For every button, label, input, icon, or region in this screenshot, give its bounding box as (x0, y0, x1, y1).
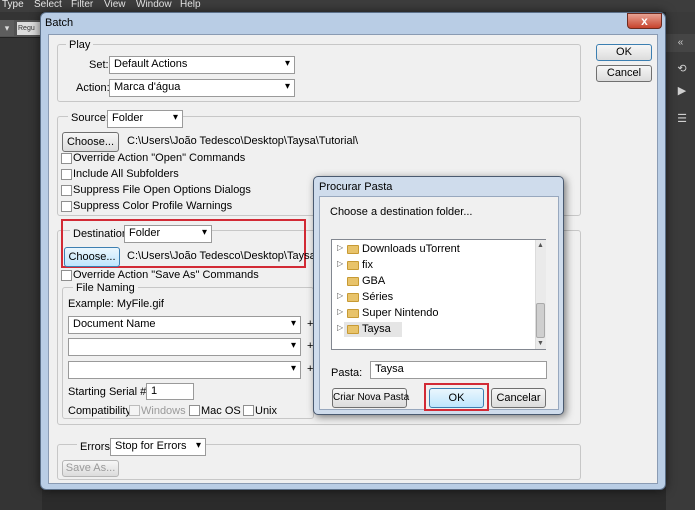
menu-select[interactable]: Select (34, 0, 62, 10)
window-title: Batch (45, 17, 74, 29)
set-label: Set: (89, 59, 109, 71)
source-select[interactable]: Folder (107, 110, 183, 128)
scroll-down-icon[interactable]: ▼ (537, 340, 544, 347)
folder-icon (347, 277, 359, 286)
tree-item-downloads[interactable]: ▷ Downloads uTorrent (332, 242, 532, 257)
tree-item-taysa-selected[interactable]: ▷ Taysa (337, 322, 402, 337)
unix-checkbox[interactable] (243, 405, 254, 416)
serial-label: Starting Serial #: (68, 386, 150, 398)
suppress-open-label: Suppress File Open Options Dialogs (73, 184, 251, 196)
expand-arrow-icon[interactable]: ▷ (337, 259, 343, 268)
tree-item-fix[interactable]: ▷ fix (332, 258, 532, 273)
tool-preset-icon[interactable]: ▾ (0, 20, 14, 36)
pasta-input[interactable]: Taysa (370, 361, 547, 379)
collapse-panels-icon[interactable]: « (666, 34, 695, 52)
macos-checkbox[interactable] (189, 405, 200, 416)
folder-icon (347, 261, 359, 270)
menu-view[interactable]: View (104, 0, 126, 10)
menu-filter[interactable]: Filter (71, 0, 93, 10)
layers-icon[interactable]: ☰ (674, 112, 690, 126)
scroll-up-icon[interactable]: ▲ (537, 242, 544, 249)
file-naming-legend: File Naming (73, 282, 138, 294)
tree-item-series[interactable]: ▷ Séries (332, 290, 532, 305)
expand-arrow-icon[interactable]: ▷ (337, 243, 343, 252)
expand-arrow-icon[interactable]: ▷ (337, 307, 343, 316)
close-button[interactable]: x (627, 13, 662, 29)
unix-label: Unix (255, 405, 278, 417)
suppress-color-checkbox[interactable] (61, 201, 72, 212)
history-icon[interactable]: ⟲ (674, 62, 690, 76)
destination-select[interactable]: Folder (124, 225, 212, 243)
app-menubar: Type Select Filter View Window Help (0, 0, 695, 12)
tree-item-gba[interactable]: GBA (332, 274, 532, 289)
scroll-thumb[interactable] (536, 303, 545, 338)
folder-tree[interactable]: ▷ Downloads uTorrent ▷ fix GBA ▷ Séries … (331, 239, 546, 350)
menu-help[interactable]: Help (180, 0, 201, 10)
naming-field-3[interactable] (68, 361, 301, 379)
set-select[interactable]: Default Actions (109, 56, 295, 74)
play-icon[interactable]: ▶ (674, 84, 690, 98)
ok-button[interactable]: OK (596, 44, 652, 61)
folder-icon (347, 293, 359, 302)
suppress-open-checkbox[interactable] (61, 185, 72, 196)
cancel-button[interactable]: Cancel (596, 65, 652, 82)
folder-icon (347, 325, 359, 334)
windows-label: Windows (141, 405, 186, 417)
tools-panel (0, 12, 42, 510)
expand-arrow-icon[interactable]: ▷ (337, 291, 343, 300)
naming-example: Example: MyFile.gif (68, 298, 164, 310)
naming-field-2[interactable] (68, 338, 301, 356)
browse-cancel-button[interactable]: Cancelar (491, 388, 546, 408)
source-path: C:\Users\João Tedesco\Desktop\Taysa\Tuto… (127, 135, 359, 147)
tree-item-super-nintendo[interactable]: ▷ Super Nintendo (332, 306, 532, 321)
compatibility-label: Compatibility: (68, 405, 135, 417)
naming-field-1[interactable]: Document Name (68, 316, 301, 334)
action-label: Action: (76, 82, 110, 94)
browse-prompt: Choose a destination folder... (330, 206, 473, 218)
windows-checkbox (129, 405, 140, 416)
macos-label: Mac OS (201, 405, 241, 417)
override-saveas-label: Override Action "Save As" Commands (73, 269, 259, 281)
menu-window[interactable]: Window (136, 0, 172, 10)
menu-type[interactable]: Type (2, 0, 24, 10)
expand-arrow-icon[interactable]: ▷ (337, 323, 343, 332)
style-field[interactable]: Regu (17, 22, 41, 35)
suppress-color-label: Suppress Color Profile Warnings (73, 200, 233, 212)
serial-input[interactable]: 1 (146, 383, 194, 400)
destination-path: C:\Users\João Tedesco\Desktop\Taysa\ (127, 250, 319, 262)
source-label: Source: (68, 112, 112, 124)
override-saveas-checkbox[interactable] (61, 270, 72, 281)
folder-icon (347, 245, 359, 254)
pasta-label: Pasta: (331, 367, 363, 379)
override-open-label: Override Action "Open" Commands (73, 152, 246, 164)
override-open-checkbox[interactable] (61, 153, 72, 164)
save-as-button: Save As... (62, 460, 119, 477)
play-legend: Play (66, 39, 94, 51)
folder-icon (347, 309, 359, 318)
errors-select[interactable]: Stop for Errors (110, 438, 206, 456)
browse-dialog-title: Procurar Pasta (319, 181, 393, 193)
new-folder-button[interactable]: Criar Nova Pasta (332, 388, 409, 408)
browse-ok-button[interactable]: OK (429, 388, 484, 408)
source-choose-button[interactable]: Choose... (62, 132, 119, 152)
destination-choose-button[interactable]: Choose... (64, 247, 120, 267)
action-select[interactable]: Marca d'água (109, 79, 295, 97)
include-subfolders-label: Include All Subfolders (73, 168, 179, 180)
include-subfolders-checkbox[interactable] (61, 169, 72, 180)
